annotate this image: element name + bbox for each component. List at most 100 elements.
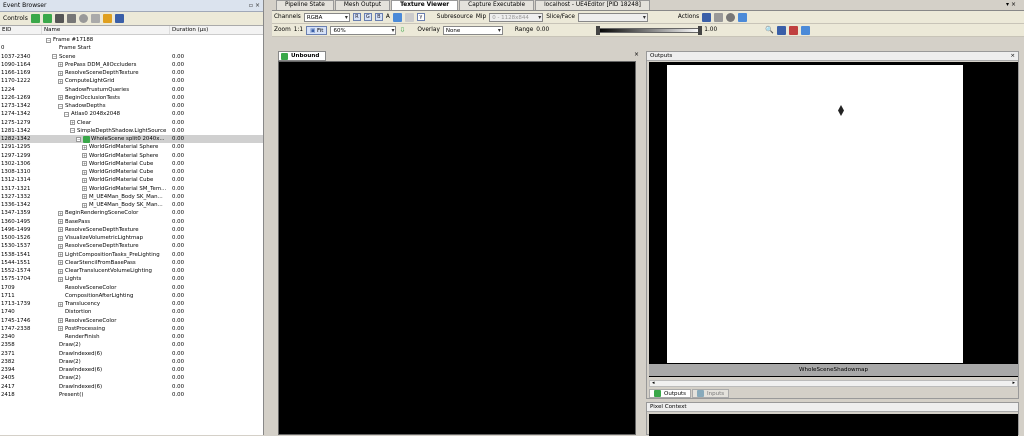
tab-1[interactable]: Mesh Output xyxy=(334,0,391,10)
collapse-icon[interactable]: − xyxy=(76,136,81,142)
expand-icon[interactable]: + xyxy=(58,260,63,266)
event-row[interactable]: 1496-1499 + ResolveSceneDepthTexture 0.00 xyxy=(0,226,263,234)
checker-icon[interactable] xyxy=(404,12,414,22)
event-row[interactable]: 2405 Draw(2) 0.00 xyxy=(0,374,263,382)
save-texture-icon[interactable] xyxy=(702,12,712,22)
event-row[interactable]: 1317-1321 + WorldGridMaterial SM_Tem... 0.0… xyxy=(0,185,263,193)
fit-button[interactable]: ▣ Fit xyxy=(306,25,328,35)
timer-icon[interactable] xyxy=(78,14,88,23)
event-row[interactable]: 1327-1332 + M_UE4Man_Body SK_Man... 0.00 xyxy=(0,193,263,201)
expand-icon[interactable]: + xyxy=(58,70,63,76)
auto-fit-icon[interactable] xyxy=(776,25,786,35)
event-row[interactable]: 1273-1342− ShadowDepths 0.00 xyxy=(0,102,263,110)
expand-icon[interactable]: + xyxy=(82,144,87,150)
expand-icon[interactable]: + xyxy=(58,243,63,249)
event-row[interactable]: 1282-1342 − WholeScene split0 2040x... 0.00 xyxy=(0,135,263,144)
event-row[interactable]: 1291-1295 + WorldGridMaterial Sphere 0.00 xyxy=(0,143,263,151)
column-name[interactable]: Name xyxy=(42,26,170,34)
arrow-right-icon[interactable] xyxy=(42,14,52,23)
expand-icon[interactable]: + xyxy=(58,62,63,68)
expand-icon[interactable]: + xyxy=(58,301,63,307)
event-row[interactable]: 1302-1306 + WorldGridMaterial Cube 0.00 xyxy=(0,160,263,168)
expand-icon[interactable]: + xyxy=(82,169,87,175)
texture-list-icon[interactable] xyxy=(738,12,748,22)
scroll-right-icon[interactable]: ▸ xyxy=(1012,380,1015,386)
collapse-icon[interactable]: − xyxy=(46,37,51,43)
range-max-handle[interactable] xyxy=(698,25,703,35)
collapse-icon[interactable]: − xyxy=(64,111,69,117)
outputs-scrollbar[interactable]: ◂ ▸ xyxy=(649,380,1018,387)
range-min-handle[interactable] xyxy=(596,25,601,35)
event-row[interactable]: 1713-1739 + Translucency 0.00 xyxy=(0,300,263,308)
tab-menu-icon[interactable]: ▾ × xyxy=(1006,0,1016,10)
expand-icon[interactable]: + xyxy=(58,252,63,258)
expand-icon[interactable]: + xyxy=(58,326,63,332)
slice-select[interactable] xyxy=(577,12,648,22)
expand-icon[interactable]: + xyxy=(82,177,87,183)
scroll-left-icon[interactable]: ◂ xyxy=(652,380,655,386)
histogram-icon[interactable] xyxy=(800,25,810,35)
arrow-left-icon[interactable] xyxy=(30,14,40,23)
event-row[interactable]: 1312-1314 + WorldGridMaterial Cube 0.00 xyxy=(0,176,263,184)
texture-canvas[interactable] xyxy=(278,61,636,435)
event-row[interactable]: 1224 ShadowFrustumQueries 0.00 xyxy=(0,86,263,94)
channels-select[interactable]: RGBA xyxy=(303,12,350,22)
open-texture-icon[interactable] xyxy=(714,12,724,22)
expand-icon[interactable]: + xyxy=(58,219,63,225)
panel-splitter[interactable] xyxy=(264,0,272,435)
event-row[interactable]: 2394 DrawIndexed(6) 0.00 xyxy=(0,366,263,374)
flip-icon[interactable]: ⇩ xyxy=(399,26,405,34)
range-slider[interactable] xyxy=(596,25,703,35)
tab-4[interactable]: localhost - UE4Editor [PID 18248] xyxy=(535,0,650,10)
tab-inputs[interactable]: Inputs xyxy=(691,389,730,398)
event-row[interactable]: 1711 CompositionAfterLighting 0.00 xyxy=(0,292,263,300)
event-row[interactable]: 2418 Present() 0.00 xyxy=(0,391,263,399)
event-row[interactable]: 2417 DrawIndexed(6) 0.00 xyxy=(0,383,263,391)
event-row[interactable]: 1360-1495 + BasePass 0.00 xyxy=(0,218,263,226)
expand-icon[interactable]: + xyxy=(58,276,63,282)
expand-icon[interactable]: + xyxy=(58,227,63,233)
close-icon[interactable]: × xyxy=(255,0,260,12)
expand-icon[interactable]: + xyxy=(58,235,63,241)
mip-select[interactable]: 0 - 1128x844 xyxy=(489,12,544,22)
event-row[interactable]: 1226-1269 + BeginOcclusionTests 0.00 xyxy=(0,94,263,102)
viewer-tab-unbound[interactable]: Unbound xyxy=(278,51,327,61)
gamma-toggle[interactable]: γ xyxy=(416,13,425,21)
channel-r-toggle[interactable]: R xyxy=(352,13,361,21)
event-row[interactable]: 1275-1279 + Clear 0.00 xyxy=(0,119,263,127)
event-row[interactable]: 1336-1342 + M_UE4Man_Body SK_Man... 0.00 xyxy=(0,201,263,209)
event-row[interactable]: 1281-1342− SimpleDepthShadow.LightSource 0… xyxy=(0,127,263,135)
goto-icon[interactable] xyxy=(66,14,76,23)
event-row[interactable]: 1538-1541 + LightCompositionTasks_PreLight… xyxy=(0,251,263,259)
tab-2[interactable]: Texture Viewer xyxy=(391,0,459,10)
event-row[interactable]: 1037-2340− Scene 0.00 xyxy=(0,53,263,61)
channel-b-toggle[interactable]: B xyxy=(374,13,383,21)
expand-icon[interactable]: + xyxy=(58,78,63,84)
range-max-value[interactable]: 1.00 xyxy=(704,27,762,33)
channel-g-toggle[interactable]: G xyxy=(363,13,372,21)
color-picker-icon[interactable] xyxy=(392,12,402,22)
overlay-select[interactable]: None xyxy=(442,25,503,35)
event-row[interactable]: 1552-1574 + ClearTranslucentVolumeLighting… xyxy=(0,267,263,275)
channel-a-label[interactable]: A xyxy=(386,14,390,20)
event-row[interactable]: 2382 Draw(2) 0.00 xyxy=(0,358,263,366)
pixel-context-canvas[interactable] xyxy=(649,414,1018,436)
star-icon[interactable] xyxy=(102,14,112,23)
column-eid[interactable]: EID xyxy=(0,26,42,34)
reset-range-icon[interactable] xyxy=(788,25,798,35)
expand-icon[interactable]: + xyxy=(58,318,63,324)
expand-icon[interactable]: + xyxy=(82,153,87,159)
tab-0[interactable]: Pipeline State xyxy=(276,0,334,10)
event-row[interactable]: 1530-1537 + ResolveSceneDepthTexture 0.00 xyxy=(0,242,263,250)
clipboard-icon[interactable] xyxy=(90,14,100,23)
expand-icon[interactable]: + xyxy=(82,186,87,192)
expand-icon[interactable]: + xyxy=(58,210,63,216)
expand-icon[interactable]: + xyxy=(58,268,63,274)
zoom-select[interactable]: 60% xyxy=(330,25,397,35)
tab-outputs[interactable]: Outputs xyxy=(649,389,691,398)
float-icon[interactable]: ▫ xyxy=(249,0,253,12)
zoom-range-icon[interactable]: 🔍 xyxy=(765,26,774,34)
event-row[interactable]: 1274-1342− Atlas0 2048x2048 0.00 xyxy=(0,110,263,118)
shadowmap-thumbnail[interactable] xyxy=(667,65,963,363)
collapse-icon[interactable]: − xyxy=(52,54,57,60)
